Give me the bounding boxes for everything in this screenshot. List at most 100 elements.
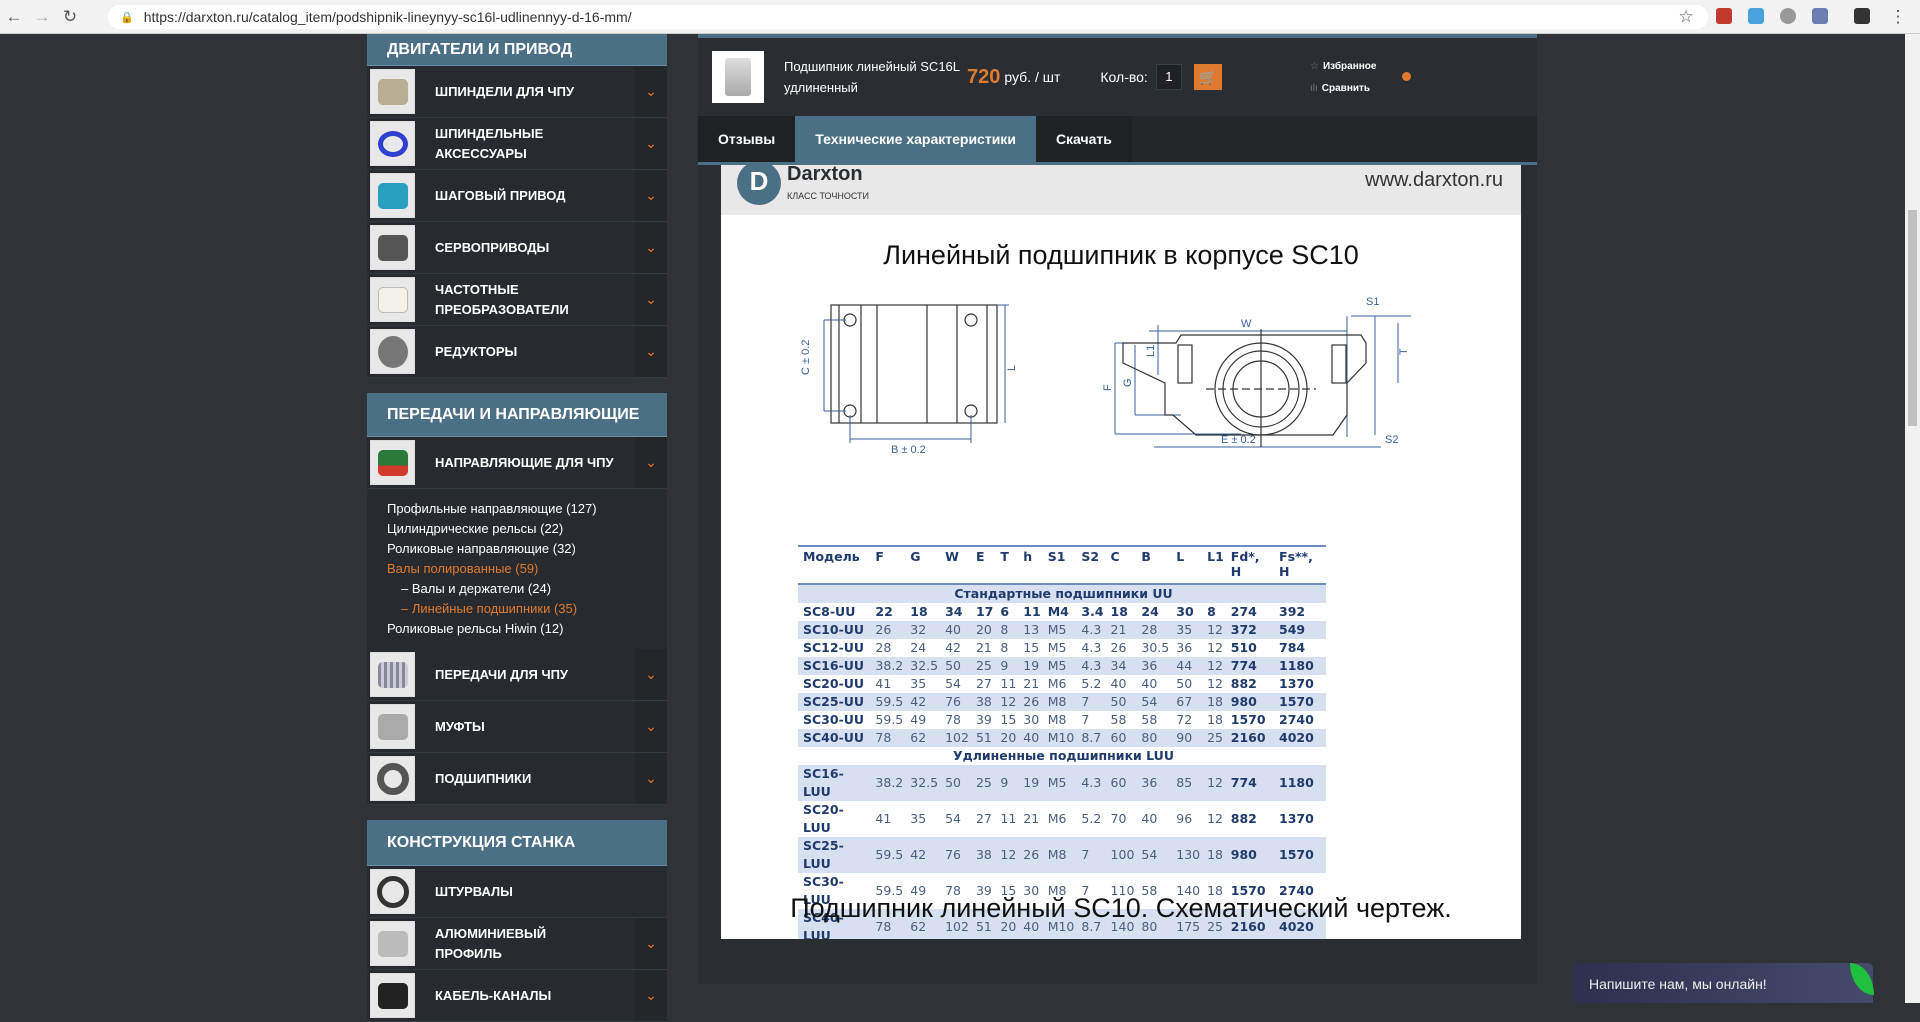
chevron-down-icon[interactable]: ⌄ (635, 970, 667, 1021)
value-cell: 54 (1136, 693, 1172, 711)
value-cell: 392 (1279, 604, 1306, 619)
subcategory-link-active[interactable]: – Линейные подшипники (35) (387, 599, 647, 619)
category-image (370, 652, 415, 697)
value-cell: 80 (1136, 729, 1172, 747)
value-cell: 38 (970, 693, 996, 711)
value-cell: 50 (1105, 693, 1137, 711)
value-cell: M5 (1042, 657, 1077, 675)
category-inverters[interactable]: ЧАСТОТНЫЕ ПРЕОБРАЗОВАТЕЛИ ⌄ (367, 274, 667, 326)
quantity-input[interactable]: 1 (1155, 64, 1182, 90)
dimension-labels: C ± 0.2 L B ± 0.2 F G L1 W S1 T E ± 0.2 … (800, 296, 1410, 456)
chevron-down-icon[interactable]: ⌄ (635, 701, 667, 752)
value-cell: 1370 (1279, 676, 1314, 691)
back-icon[interactable]: ← (0, 7, 28, 27)
section-header[interactable]: ПЕРЕДАЧИ И НАПРАВЛЯЮЩИЕ (367, 393, 667, 437)
chevron-down-icon[interactable]: ⌄ (635, 326, 667, 377)
page-scrollbar[interactable] (1905, 34, 1920, 1003)
dim-t: T (1398, 348, 1410, 355)
model-cell: SC20-LUU (803, 802, 844, 835)
value-cell: 784 (1279, 640, 1306, 655)
chevron-down-icon[interactable]: ⌄ (635, 222, 667, 273)
column-header: S2 (1076, 545, 1106, 585)
category-transmissions[interactable]: ПЕРЕДАЧИ ДЛЯ ЧПУ ⌄ (367, 649, 667, 701)
section-header[interactable]: КОНСТРУКЦИЯ СТАНКА (367, 820, 667, 866)
subcategory-link[interactable]: Роликовые направляющие (32) (387, 539, 647, 559)
value-cell: 34 (945, 604, 963, 619)
category-spindle-accessories[interactable]: ШПИНДЕЛЬНЫЕ АКСЕССУАРЫ ⌄ (367, 118, 667, 170)
value-cell: 32.5 (905, 657, 941, 675)
address-bar[interactable]: 🔒 https://darxton.ru/catalog_item/podship… (108, 5, 1708, 29)
chevron-down-icon[interactable]: ⌄ (635, 170, 667, 221)
value-cell: 12 (995, 837, 1019, 873)
value-cell: M10 (1042, 729, 1077, 747)
subcategory-link[interactable]: Профильные направляющие (127) (387, 499, 647, 519)
category-image (370, 277, 415, 322)
tab-reviews[interactable]: Отзывы (698, 116, 796, 162)
side-view (830, 304, 998, 424)
category-image (370, 173, 415, 218)
reload-icon[interactable]: ↻ (56, 7, 84, 27)
extension-icon[interactable] (1854, 8, 1870, 24)
catalog-sidebar: ДВИГАТЕЛИ И ПРИВОД ШПИНДЕЛИ ДЛЯ ЧПУ ⌄ ШПИ… (367, 34, 667, 1022)
forward-icon[interactable]: → (28, 7, 56, 27)
chevron-down-icon[interactable]: ⌄ (635, 753, 667, 804)
extension-icon[interactable] (1748, 8, 1764, 24)
chevron-down-icon[interactable]: ⌄ (635, 918, 667, 969)
category-handwheels[interactable]: ШТУРВАЛЫ (367, 866, 667, 918)
menu-icon[interactable]: ⋮ (1884, 7, 1912, 27)
product-thumbnail (712, 51, 764, 103)
column-header: L (1171, 545, 1203, 585)
model-cell: SC8-UU (803, 604, 856, 619)
value-cell: 4.3 (1076, 621, 1106, 639)
subcategory-link[interactable]: – Валы и держатели (24) (387, 579, 647, 599)
value-cell: 62 (905, 729, 941, 747)
category-reducers[interactable]: РЕДУКТОРЫ ⌄ (367, 326, 667, 378)
value-cell: 26 (870, 621, 906, 639)
category-aluminium-profile[interactable]: АЛЮМИНИЕВЫЙ ПРОФИЛЬ ⌄ (367, 918, 667, 970)
subcategory-link-active[interactable]: Валы полированные (59) (387, 559, 647, 579)
category-bearings[interactable]: ПОДШИПНИКИ ⌄ (367, 753, 667, 805)
bookmark-star-icon[interactable]: ☆ (1672, 7, 1700, 27)
value-cell: 372 (1225, 621, 1275, 639)
dim-l1: L1 (1145, 345, 1157, 357)
section-header[interactable]: ДВИГАТЕЛИ И ПРИВОД (367, 34, 667, 66)
category-spindles[interactable]: ШПИНДЕЛИ ДЛЯ ЧПУ ⌄ (367, 66, 667, 118)
model-cell: SC40-UU (798, 729, 871, 747)
value-cell: M6 (1047, 676, 1067, 691)
compare-button[interactable]: ılı Сравнить (1310, 78, 1376, 100)
subcategory-link[interactable]: Роликовые рельсы Hiwin (12) (387, 619, 647, 639)
chat-widget[interactable]: Напишите нам, мы онлайн! (1573, 963, 1873, 1003)
chevron-down-icon[interactable]: ⌄ (635, 649, 667, 700)
extension-icon[interactable] (1780, 8, 1796, 24)
subcategory-link[interactable]: Цилиндрические рельсы (22) (387, 519, 647, 539)
chevron-down-icon[interactable]: ⌄ (635, 118, 667, 169)
category-label: ШАГОВЫЙ ПРИВОД (435, 187, 566, 203)
value-cell: 67 (1171, 693, 1203, 711)
chevron-down-icon[interactable]: ⌄ (635, 437, 667, 488)
product-price: 720 (967, 65, 1001, 88)
chevron-down-icon[interactable]: ⌄ (635, 274, 667, 325)
value-cell: 4.3 (1081, 640, 1102, 655)
tab-specs[interactable]: Технические характеристики (795, 116, 1036, 162)
favorite-button[interactable]: ☆ Избранное (1310, 56, 1376, 78)
category-couplings[interactable]: МУФТЫ ⌄ (367, 701, 667, 753)
value-cell: 60 (1105, 729, 1137, 747)
add-to-cart-button[interactable]: 🛒 (1193, 64, 1222, 90)
category-servo[interactable]: СЕРВОПРИВОДЫ ⌄ (367, 222, 667, 274)
pdf-extension-icon[interactable] (1716, 8, 1732, 24)
tab-download[interactable]: Скачать (1035, 116, 1132, 162)
category-guides[interactable]: НАПРАВЛЯЮЩИЕ ДЛЯ ЧПУ ⌄ (367, 437, 667, 489)
scrollbar-thumb[interactable] (1908, 210, 1917, 426)
value-cell: 12 (1207, 640, 1224, 655)
value-cell: 102 (940, 729, 971, 747)
chevron-down-icon[interactable]: ⌄ (635, 66, 667, 117)
url-text: https://darxton.ru/catalog_item/podshipn… (143, 9, 632, 25)
value-cell: 72 (1176, 712, 1193, 727)
table-row: SC25-LUU 59.5 42 76 38 12 26 M8 7 100 54 130 18 980 15… (798, 837, 1326, 873)
category-stepper-drive[interactable]: ШАГОВЫЙ ПРИВОД ⌄ (367, 170, 667, 222)
value-cell: 100 (1105, 837, 1137, 873)
extension-icon[interactable] (1812, 8, 1828, 24)
category-cable-channels[interactable]: КАБЕЛЬ-КАНАЛЫ ⌄ (367, 970, 667, 1022)
table-row: SC10-UU 26 32 40 20 8 13 M5 4.3 21 28 35 12 372 549 (798, 621, 1326, 639)
value-cell: 35 (910, 811, 927, 826)
